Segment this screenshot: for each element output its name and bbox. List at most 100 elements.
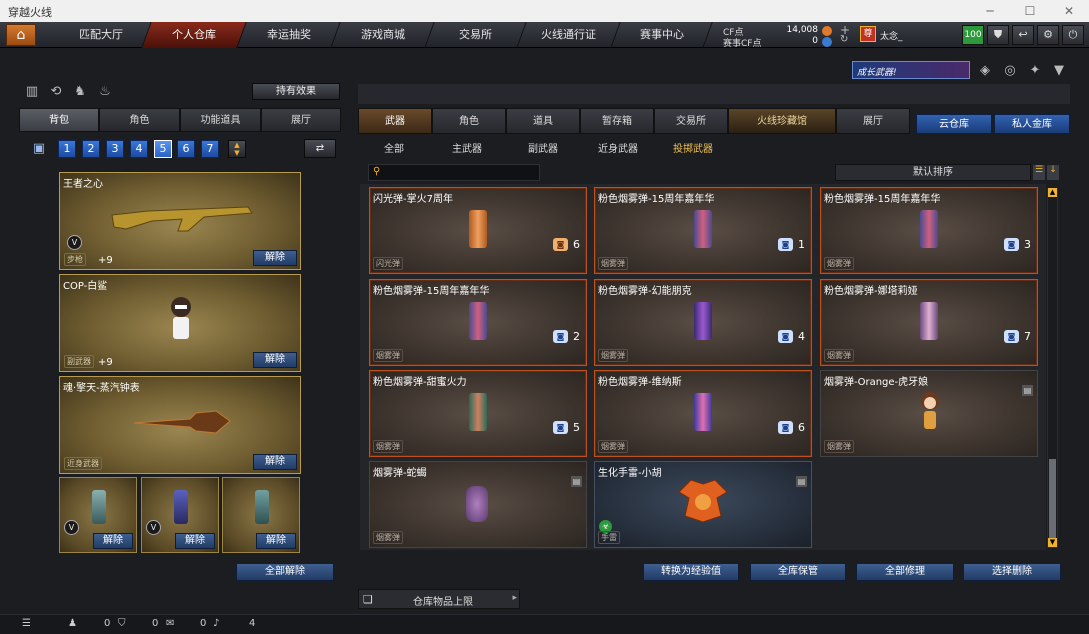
exit-icon[interactable]: ↩ xyxy=(1012,25,1034,45)
nav-tab-personal-warehouse[interactable]: 个人仓库 xyxy=(142,22,247,48)
switch-backpack-button[interactable]: ⇄ xyxy=(304,139,336,158)
page-stepper[interactable]: ▲ ▼ xyxy=(228,140,246,158)
item-card[interactable]: 粉色烟雾弹-维纳斯 ◙ 6 烟雾弹 xyxy=(594,370,812,457)
search-input[interactable]: ⚲ xyxy=(368,164,540,181)
scroll-thumb[interactable] xyxy=(1049,459,1056,539)
tab-cloud-storage[interactable]: 云仓库 xyxy=(916,114,992,134)
shield-icon[interactable]: ⛊ xyxy=(987,25,1009,45)
store-all-button[interactable]: 全库保管 xyxy=(750,563,846,581)
trash-icon[interactable]: ▤ xyxy=(796,476,807,487)
convert-exp-button[interactable]: 转换为经验值 xyxy=(643,563,739,581)
grenade-slot-3[interactable]: 解除 xyxy=(222,477,300,553)
menu-icon[interactable]: ☰ xyxy=(22,618,31,629)
clan-icon[interactable]: ⛉ xyxy=(118,618,126,629)
chat-icon[interactable]: ✉ xyxy=(166,618,174,629)
nav-tab-game-mall[interactable]: 游戏商城 xyxy=(331,22,435,48)
grenade-slot-2[interactable]: V 解除 xyxy=(141,477,219,553)
page-button-5[interactable]: 5 xyxy=(154,140,172,158)
item-card[interactable]: 粉色烟雾弹-幻能朋克 ◙ 4 烟雾弹 xyxy=(594,279,812,366)
filter-primary[interactable]: 主武器 xyxy=(452,140,482,155)
item-card[interactable]: 粉色烟雾弹-甜蜜火力 ◙ 5 烟雾弹 xyxy=(369,370,587,457)
item-card[interactable]: 生化手雷-小胡 ▤ ☣ 手雷 xyxy=(594,461,812,548)
scroll-up-icon[interactable]: ▲ xyxy=(1048,188,1057,197)
tab-private-vault[interactable]: 私人金库 xyxy=(994,114,1070,134)
tab-temp-storage[interactable]: 暂存箱 xyxy=(580,108,654,134)
growth-weapon-banner[interactable]: 成长武器! xyxy=(852,61,970,79)
holding-effect-button[interactable]: 持有效果 xyxy=(252,83,340,100)
item-card[interactable]: 烟雾弹-蛇蝎 ▤ 烟雾弹 xyxy=(369,461,587,548)
trash-icon[interactable]: ▤ xyxy=(571,476,582,487)
tab-showroom-right[interactable]: 展厅 xyxy=(836,108,910,134)
sort-dropdown[interactable]: 默认排序 xyxy=(835,164,1031,181)
tab-weapons[interactable]: 武器 xyxy=(358,108,432,134)
item-card[interactable]: 烟雾弹-Orange-虎牙娘 ▤ 烟雾弹 xyxy=(820,370,1038,457)
tab-backpack[interactable]: 背包 xyxy=(19,108,99,132)
equip-slot-melee[interactable]: 魂·擎天-蒸汽钟表 近身武器 解除 xyxy=(59,376,301,474)
wing-icon[interactable]: ✦ xyxy=(1027,63,1043,79)
page-button-7[interactable]: 7 xyxy=(201,140,219,158)
gear-icon[interactable]: ⚙ xyxy=(1037,25,1059,45)
soldier-icon[interactable]: ♞ xyxy=(72,84,88,100)
item-card[interactable]: 粉色烟雾弹-15周年嘉年华 ◙ 1 烟雾弹 xyxy=(594,187,812,274)
volume-icon[interactable]: ♪ xyxy=(213,618,219,629)
item-card[interactable]: 粉色烟雾弹-15周年嘉年华 ◙ 3 烟雾弹 xyxy=(820,187,1038,274)
tab-characters[interactable]: 角色 xyxy=(432,108,506,134)
item-card[interactable]: 粉色烟雾弹-娜塔莉娅 ◙ 7 烟雾弹 xyxy=(820,279,1038,366)
unequip-button[interactable]: 解除 xyxy=(253,250,297,266)
nav-tab-match-lobby[interactable]: 匹配大厅 xyxy=(50,22,152,48)
tab-character[interactable]: 角色 xyxy=(99,108,180,132)
repair-all-button[interactable]: 全部修理 xyxy=(856,563,954,581)
unequip-button[interactable]: 解除 xyxy=(175,533,215,549)
grenade-slot-1[interactable]: V 解除 xyxy=(59,477,137,553)
sort-order-icon[interactable]: ↓ xyxy=(1047,165,1059,180)
slot-level: +9 xyxy=(98,357,113,368)
filter-secondary[interactable]: 副武器 xyxy=(528,140,558,155)
close-button[interactable]: ✕ xyxy=(1049,0,1089,22)
tab-items[interactable]: 道具 xyxy=(506,108,580,134)
item-card[interactable]: 粉色烟雾弹-15周年嘉年华 ◙ 2 烟雾弹 xyxy=(369,279,587,366)
tab-collection-hall[interactable]: 火线珍藏馆 xyxy=(728,108,836,134)
filter-throwable[interactable]: 投掷武器 xyxy=(673,140,713,155)
power-icon[interactable]: ⏻ xyxy=(1062,25,1084,45)
equip-slot-secondary[interactable]: COP-白鲨 副武器 +9 解除 xyxy=(59,274,301,372)
badge-icon[interactable]: ◈ xyxy=(977,63,993,79)
tab-function-items[interactable]: 功能道具 xyxy=(180,108,261,132)
item-grid-scrollbar[interactable]: ▲ ▼ xyxy=(1047,188,1058,548)
filter-melee[interactable]: 近身武器 xyxy=(598,140,638,155)
page-button-6[interactable]: 6 xyxy=(177,140,195,158)
friends-icon[interactable]: ♟ xyxy=(68,618,77,629)
unequip-all-button[interactable]: 全部解除 xyxy=(236,563,334,581)
grenade-icon[interactable]: ♨ xyxy=(97,84,113,100)
select-delete-button[interactable]: 选择删除 xyxy=(963,563,1061,581)
scroll-down-icon[interactable]: ▼ xyxy=(1048,538,1057,547)
filter-all[interactable]: 全部 xyxy=(384,140,404,155)
unequip-button[interactable]: 解除 xyxy=(253,454,297,470)
minimize-button[interactable]: ─ xyxy=(970,0,1010,22)
unequip-button[interactable]: 解除 xyxy=(93,533,133,549)
tab-exchange[interactable]: 交易所 xyxy=(654,108,728,134)
unequip-button[interactable]: 解除 xyxy=(253,352,297,368)
item-card[interactable]: 闪光弹-掌火7周年 ◙ 6 闪光弹 xyxy=(369,187,587,274)
warehouse-limit-bar[interactable]: ❏ 仓库物品上限 ▸ xyxy=(358,589,520,609)
nav-tab-exchange[interactable]: 交易所 xyxy=(425,22,527,48)
trash-icon[interactable]: ▤ xyxy=(1022,385,1033,396)
stats-icon[interactable]: ▥ xyxy=(24,84,40,100)
tab-showroom[interactable]: 展厅 xyxy=(261,108,341,132)
unequip-button[interactable]: 解除 xyxy=(256,533,296,549)
list-view-icon[interactable]: ☰ xyxy=(1033,165,1045,180)
rank-emblem-icon[interactable]: ▼ xyxy=(1051,63,1067,79)
page-button-2[interactable]: 2 xyxy=(82,140,100,158)
page-button-4[interactable]: 4 xyxy=(130,140,148,158)
loop-icon[interactable]: ⟲ xyxy=(48,84,64,100)
equip-slot-rifle[interactable]: 王者之心 V 步枪 +9 解除 xyxy=(59,172,301,270)
maximize-button[interactable]: ☐ xyxy=(1010,0,1050,22)
nav-tab-battle-pass[interactable]: 火线通行证 xyxy=(517,22,621,48)
home-button[interactable]: ⌂ xyxy=(6,24,36,46)
nav-tab-event-center[interactable]: 赛事中心 xyxy=(611,22,713,48)
refresh-icon[interactable]: ↻ xyxy=(840,34,848,45)
page-button-3[interactable]: 3 xyxy=(106,140,124,158)
page-button-1[interactable]: 1 xyxy=(58,140,76,158)
emblem-icon[interactable]: ◎ xyxy=(1002,63,1018,79)
nav-tab-lucky-draw[interactable]: 幸运抽奖 xyxy=(237,22,341,48)
level-badge[interactable]: 100 xyxy=(962,25,984,45)
